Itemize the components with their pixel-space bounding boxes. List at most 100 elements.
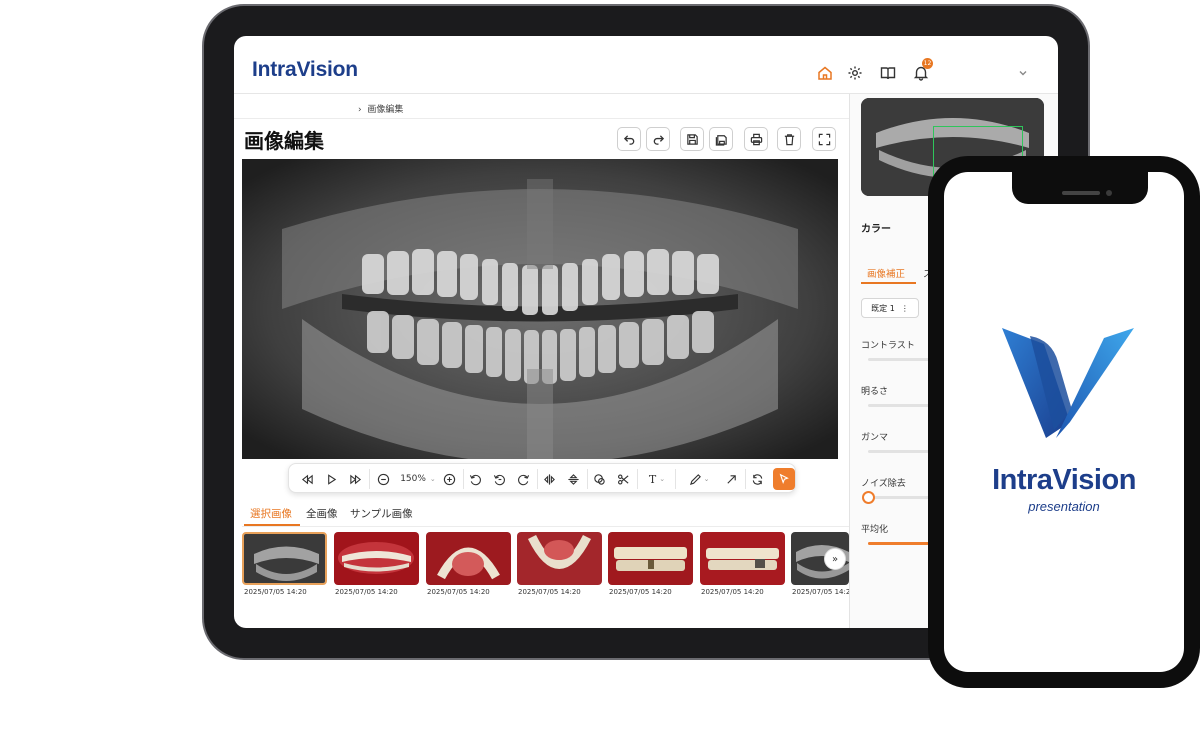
toolbar-separator bbox=[587, 469, 588, 489]
thumbnail-date: 2025/07/05 14:20 bbox=[427, 588, 490, 596]
toolbar-separator bbox=[637, 469, 638, 489]
breadcrumb-separator: › bbox=[358, 105, 362, 115]
phone-brand-name: IntraVision bbox=[992, 464, 1136, 496]
thumbnail-item[interactable] bbox=[608, 532, 693, 585]
xray-image[interactable] bbox=[242, 159, 838, 459]
rewind-icon[interactable] bbox=[299, 471, 315, 487]
adjustment-label: コントラスト bbox=[861, 341, 915, 351]
brand-logo[interactable]: IntraVision bbox=[252, 58, 358, 82]
zoom-level-value: 150% bbox=[400, 474, 426, 484]
zoom-in-icon[interactable] bbox=[441, 471, 457, 487]
fast-forward-icon[interactable] bbox=[347, 471, 363, 487]
divider bbox=[242, 526, 849, 527]
breadcrumb: › 画像編集 bbox=[358, 102, 403, 115]
more-vertical-icon: ⋮ bbox=[900, 303, 909, 313]
play-icon[interactable] bbox=[323, 471, 339, 487]
chevron-down-icon: ⌄ bbox=[703, 475, 710, 483]
smile-thumbnail-graphic bbox=[334, 532, 419, 585]
camera-icon bbox=[1106, 190, 1112, 196]
divider bbox=[234, 118, 849, 119]
thumbnail-item[interactable] bbox=[242, 532, 327, 585]
rotate-left-icon[interactable] bbox=[491, 471, 507, 487]
zoom-out-icon[interactable] bbox=[375, 471, 391, 487]
save-button[interactable] bbox=[680, 127, 704, 151]
arrow-tool-icon[interactable] bbox=[723, 471, 739, 487]
redo-icon bbox=[653, 134, 664, 145]
xray-thumbnail-graphic bbox=[244, 534, 325, 583]
upper-arch-thumbnail-graphic bbox=[426, 532, 511, 585]
undo-button[interactable] bbox=[617, 127, 641, 151]
toolbar-separator bbox=[745, 469, 746, 489]
save-icon bbox=[686, 133, 698, 145]
fullscreen-icon bbox=[818, 133, 830, 145]
toolbar-separator bbox=[537, 469, 538, 489]
book-icon[interactable] bbox=[879, 64, 897, 82]
phone-notch bbox=[1012, 172, 1148, 204]
front-close-thumbnail-graphic bbox=[608, 532, 693, 585]
text-tool-label: T bbox=[648, 472, 657, 486]
panel-tab-underline bbox=[861, 282, 916, 284]
tab-selected-images[interactable]: 選択画像 bbox=[250, 506, 292, 521]
breadcrumb-current[interactable]: 画像編集 bbox=[367, 105, 403, 115]
toolbar-separator bbox=[463, 469, 464, 489]
settings-icon[interactable] bbox=[846, 64, 864, 82]
phone-frame: IntraVision presentation bbox=[928, 156, 1200, 688]
crop-circle-icon[interactable] bbox=[591, 471, 607, 487]
thumbnail-date: 2025/07/05 14:20 bbox=[609, 588, 672, 596]
select-tool-button[interactable] bbox=[773, 468, 795, 490]
toolbar-separator bbox=[675, 469, 676, 489]
intravision-logo-icon bbox=[1002, 328, 1134, 438]
pen-tool-icon[interactable]: ⌄ bbox=[687, 471, 711, 487]
rotate-left-90-icon[interactable] bbox=[467, 471, 483, 487]
phone-subtitle: presentation bbox=[1028, 499, 1100, 514]
color-section-title: カラー bbox=[861, 224, 891, 235]
rotate-right-icon[interactable] bbox=[515, 471, 531, 487]
zoom-level-select[interactable]: 150% ⌄ bbox=[395, 471, 441, 487]
preset-select[interactable]: 既定 1 ⋮ bbox=[861, 298, 919, 318]
speaker-grille bbox=[1062, 191, 1100, 195]
phone-screen: IntraVision presentation bbox=[944, 172, 1184, 672]
side-close-thumbnail-graphic bbox=[700, 532, 785, 585]
flip-vertical-icon[interactable] bbox=[565, 471, 581, 487]
save-all-button[interactable] bbox=[709, 127, 733, 151]
toolbar-separator bbox=[369, 469, 370, 489]
chevron-down-icon: ⌄ bbox=[659, 475, 666, 483]
next-thumbnails-button[interactable]: » bbox=[824, 548, 846, 570]
fullscreen-button[interactable] bbox=[812, 127, 836, 151]
text-tool-icon[interactable]: T ⌄ bbox=[645, 471, 669, 487]
adjustment-label: 明るさ bbox=[861, 387, 889, 397]
print-icon bbox=[750, 133, 762, 145]
undo-icon bbox=[623, 134, 634, 145]
thumbnail-date: 2025/07/05 14:20 bbox=[335, 588, 398, 596]
lower-arch-thumbnail-graphic bbox=[517, 532, 602, 585]
tab-sample-images[interactable]: サンプル画像 bbox=[350, 506, 413, 521]
page-title: 画像編集 bbox=[244, 129, 324, 153]
delete-button[interactable] bbox=[777, 127, 801, 151]
save-all-icon bbox=[715, 134, 727, 146]
thumbnail-item[interactable] bbox=[426, 532, 511, 585]
thumbnail-date: 2025/07/05 14:20 bbox=[701, 588, 764, 596]
thumbnail-item[interactable] bbox=[334, 532, 419, 585]
slider-knob[interactable] bbox=[862, 491, 875, 504]
home-icon[interactable] bbox=[816, 64, 834, 82]
double-chevron-right-icon: » bbox=[831, 553, 839, 565]
print-button[interactable] bbox=[744, 127, 768, 151]
redo-button[interactable] bbox=[646, 127, 670, 151]
view-toolbar: 150% ⌄ T ⌄ ⌄ bbox=[288, 463, 796, 493]
thumbnail-date: 2025/07/05 14:20 bbox=[244, 588, 307, 596]
adjustment-label: ガンマ bbox=[861, 433, 889, 443]
chevron-down-icon[interactable] bbox=[1014, 64, 1032, 82]
flip-horizontal-icon[interactable] bbox=[541, 471, 557, 487]
adjustment-label: 平均化 bbox=[861, 525, 889, 535]
reset-icon[interactable] bbox=[749, 471, 765, 487]
bell-icon[interactable]: 12 bbox=[912, 58, 933, 82]
thumbnail-date: 2025/07/05 14:20 bbox=[518, 588, 581, 596]
tab-image-correction[interactable]: 画像補正 bbox=[867, 266, 905, 280]
scissors-icon[interactable] bbox=[615, 471, 631, 487]
thumbnail-item[interactable] bbox=[700, 532, 785, 585]
adjustment-label: ノイズ除去 bbox=[861, 479, 906, 489]
thumbnail-item[interactable] bbox=[517, 532, 602, 585]
thumbnail-date: 2025/07/05 14:20 bbox=[792, 588, 855, 596]
notification-badge: 12 bbox=[922, 58, 933, 69]
tab-all-images[interactable]: 全画像 bbox=[306, 506, 338, 521]
